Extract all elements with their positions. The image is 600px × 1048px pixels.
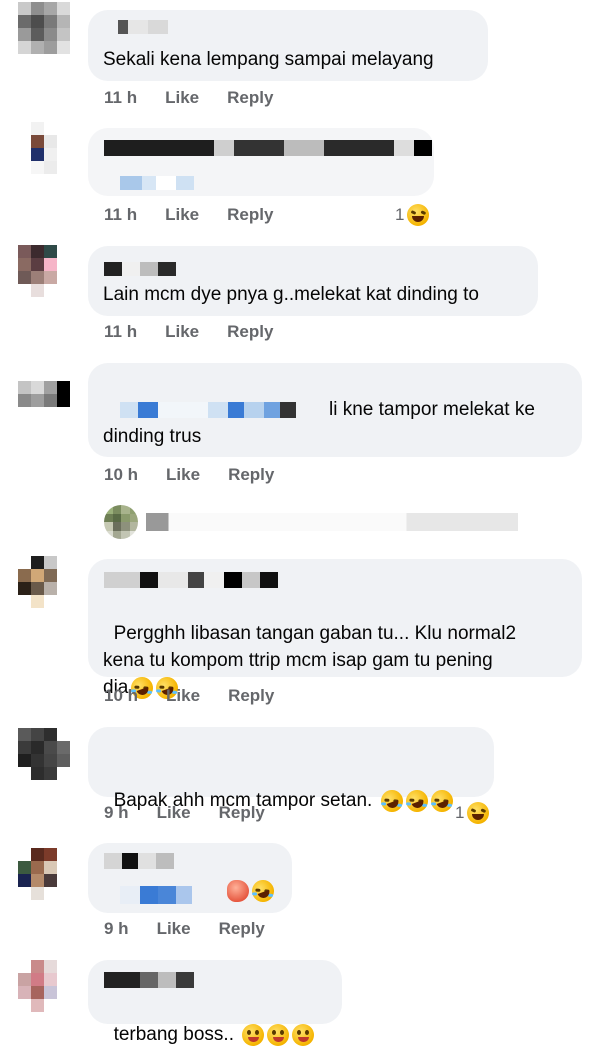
like-button[interactable]: Like [166,465,200,485]
reply-button[interactable]: Reply [219,803,265,823]
reply-avatar[interactable] [104,505,138,539]
face-with-tears-of-joy-emoji-icon [377,786,406,816]
comment-actions: 11 h Like Reply [104,88,273,108]
redacted-name [104,140,432,156]
redacted-name [118,20,168,34]
reply-button[interactable]: Reply [227,205,273,225]
comment-actions: 10 h Like Reply [104,686,274,706]
comment-time[interactable]: 9 h [104,803,129,823]
redacted-name [104,262,176,276]
comment-time[interactable]: 11 h [104,322,137,342]
winking-tongue-emoji-icon [267,1023,290,1046]
winking-tongue-emoji-icon [292,1023,315,1046]
reaction-summary[interactable]: 1 [455,802,490,824]
comment-time[interactable]: 10 h [104,686,138,706]
face-with-tears-of-joy-emoji-icon [402,786,431,816]
avatar[interactable] [18,122,70,174]
comment-text: terbang boss.. [103,994,315,1048]
reaction-count: 1 [455,803,465,822]
avatar[interactable] [18,245,70,297]
comment-actions: 11 h Like Reply [104,205,273,225]
reply-button[interactable]: Reply [219,919,265,939]
like-button[interactable]: Like [165,88,199,108]
avatar[interactable] [18,2,70,54]
comment-actions: 11 h Like Reply [104,322,273,342]
comment-actions: 9 h Like Reply [104,803,265,823]
comment-time[interactable]: 10 h [104,465,138,485]
redacted-name [104,572,278,588]
comment-actions: 10 h Like Reply [104,465,274,485]
avatar[interactable] [18,960,70,1012]
like-button[interactable]: Like [157,803,191,823]
reaction-summary[interactable]: 1 [395,204,430,226]
reply-button[interactable]: Reply [228,686,274,706]
redacted-reply-preview [146,513,518,531]
comment-actions: 9 h Like Reply [104,919,265,939]
redacted-name [104,853,174,869]
reply-button[interactable]: Reply [228,465,274,485]
comment-text: Pergghh libasan tangan gaban tu... Klu n… [103,593,516,703]
comment-time[interactable]: 11 h [104,88,137,108]
comment-text-body: terbang boss.. [113,1024,234,1045]
like-button[interactable]: Like [157,919,191,939]
laughing-face-emoji-icon [407,204,430,226]
redacted-text [120,176,194,190]
like-button[interactable]: Like [165,322,199,342]
reaction-count: 1 [395,205,405,224]
reply-button[interactable]: Reply [227,88,273,108]
redacted-name [104,972,194,988]
face-with-tears-of-joy-emoji-icon [248,876,278,906]
reply-button[interactable]: Reply [227,322,273,342]
comment-time[interactable]: 9 h [104,919,129,939]
redacted-text [120,886,192,904]
avatar[interactable] [18,848,70,900]
laughing-face-emoji-icon [467,802,490,824]
avatar[interactable] [18,368,70,420]
avatar[interactable] [18,556,70,608]
comment-text: Sekali kena lempang sampai melayang [103,49,434,70]
comment-time[interactable]: 11 h [104,205,137,225]
sticker-icon [224,876,278,906]
hand-emoji-icon [227,880,249,902]
comment-text: Lain mcm dye pnya g..melekat kat dinding… [103,284,479,305]
winking-tongue-emoji-icon [242,1023,265,1046]
avatar[interactable] [18,728,70,780]
like-button[interactable]: Like [166,686,200,706]
face-with-tears-of-joy-emoji-icon [427,786,456,816]
like-button[interactable]: Like [165,205,199,225]
comment-text: li kne tampor melekat ke dinding trus [103,399,535,447]
